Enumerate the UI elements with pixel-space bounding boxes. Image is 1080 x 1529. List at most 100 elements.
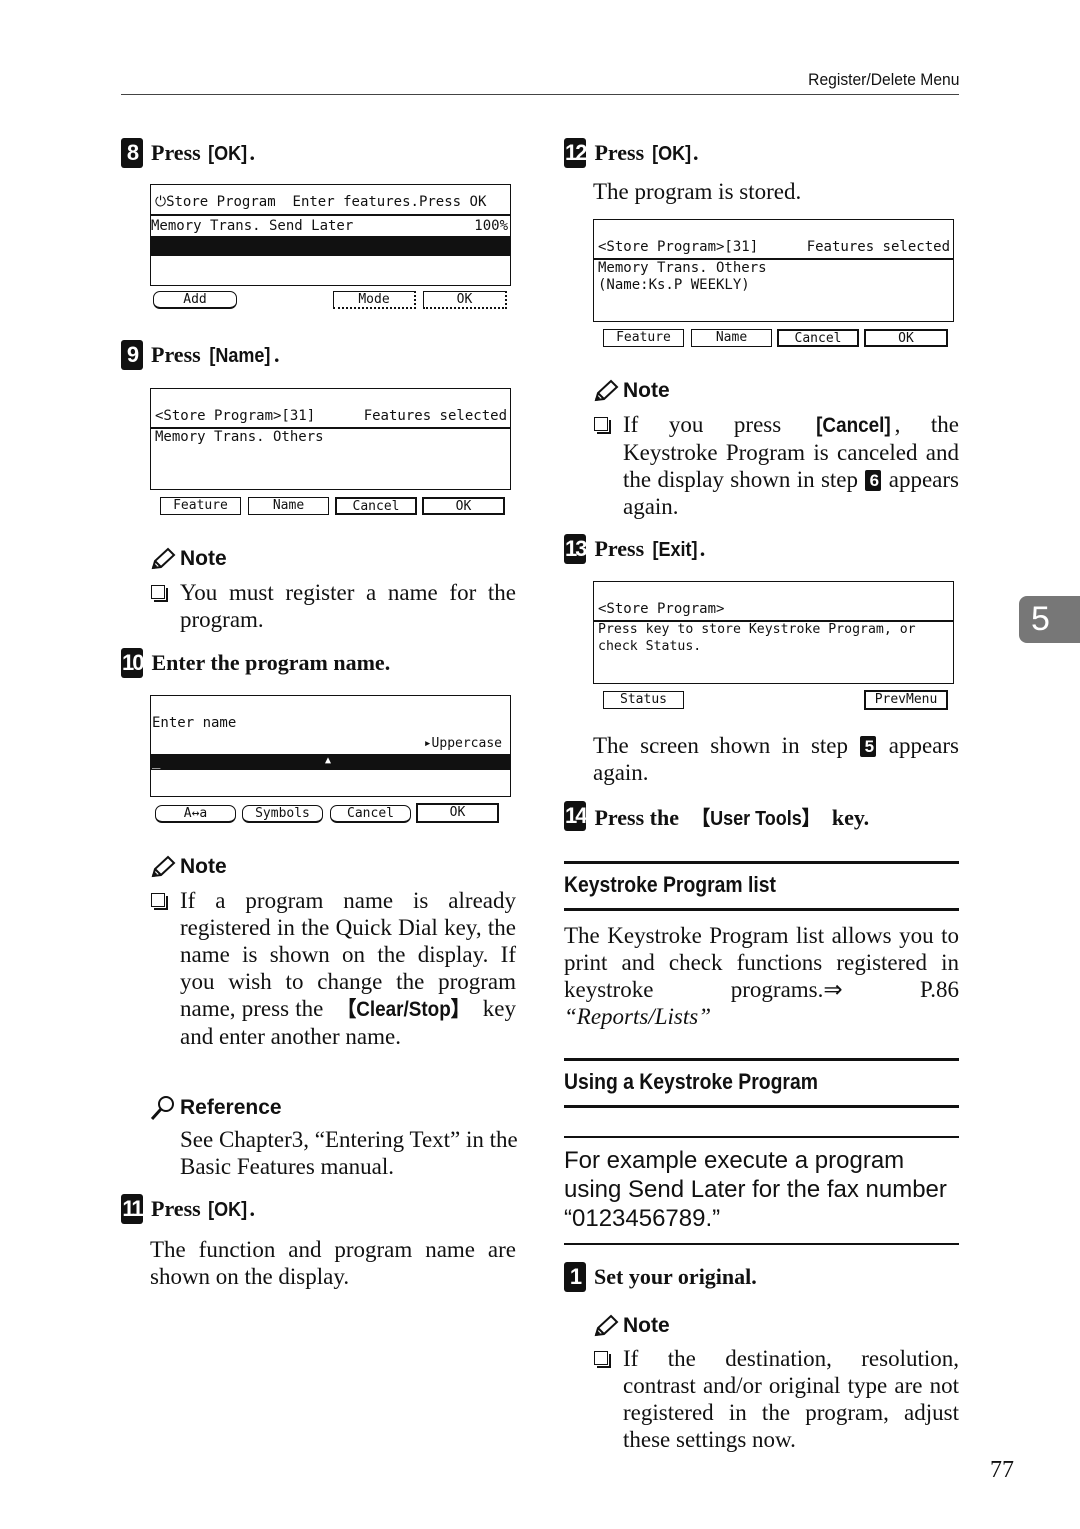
step-1-heading: 1 Set your original. (564, 1262, 757, 1292)
step-number-badge: 11 (121, 1194, 144, 1224)
lcd-row-message-cont: check Status. (598, 639, 702, 654)
softkey-ok[interactable]: OK (864, 329, 948, 347)
step-8-heading: 8 Press [OK]. (121, 138, 255, 168)
reference-heading: Reference (150, 1095, 282, 1121)
lcd-screen-step10: Enter name ▸Uppercase _ ▲ (150, 695, 511, 797)
key-label: 【Clear/Stop】 (336, 998, 470, 1021)
lcd-input-mode: ▸Uppercase (423, 736, 502, 751)
reference-text: See Chapter3, “Entering Text” in the Bas… (180, 1127, 518, 1179)
step-number-badge: 12 (564, 138, 588, 168)
lcd-screen-step13: <Store Program> Press key to store Keyst… (593, 581, 954, 684)
step-13-text: The screen shown in step 5 appears again… (593, 733, 959, 785)
key-label: [OK] (651, 143, 691, 165)
cross-reference-link[interactable]: “Reports/Lists” (564, 1004, 711, 1029)
softkey-ok[interactable]: OK (422, 497, 505, 515)
step-reference-badge: 5 (860, 736, 877, 757)
softkey-case-toggle[interactable]: A↔a (155, 805, 236, 823)
key-label: [Exit] (652, 539, 698, 561)
step-9-heading: 9 Press [Name]. (121, 340, 280, 370)
g3-line-icon: G3 (194, 262, 210, 274)
example-text: For example execute a program using Send… (564, 1147, 947, 1232)
softkey-ok[interactable]: OK (416, 803, 499, 823)
step-number-badge: 1 (564, 1262, 586, 1292)
checkbox-bullet-icon (151, 893, 168, 910)
page-number: 77 (990, 1457, 1014, 1483)
lcd-row-title: ⏻Store Program Enter features.Press OK (155, 194, 487, 210)
example-rule (564, 1136, 959, 1138)
chapter-tab: 5 (1019, 596, 1080, 643)
softkey-prevmenu[interactable]: PrevMenu (864, 690, 948, 710)
pencil-icon (151, 855, 176, 878)
key-label: [Cancel] (815, 414, 891, 437)
softkey-name[interactable]: Name (691, 329, 772, 347)
example-rule (564, 1243, 959, 1245)
name-input-field[interactable]: _ ▲ (151, 754, 510, 770)
section-rule (564, 1058, 959, 1061)
section-rule (564, 861, 959, 864)
softkey-cancel[interactable]: Cancel (777, 329, 859, 347)
clock-icon: ⏻ (155, 194, 167, 210)
step-number-badge: 8 (121, 138, 143, 168)
lcd-row-features: Memory Trans. Others (155, 429, 324, 445)
key-label: [OK] (208, 143, 248, 165)
step-11-text: The function and program name are shown … (150, 1237, 516, 1289)
note-heading: Note (150, 855, 227, 879)
softkey-cancel[interactable]: Cancel (330, 805, 411, 823)
note-item: If you press [Cancel], the Keystroke Pro… (594, 411, 959, 520)
step-number-badge: 14 (564, 801, 588, 831)
note-item: You must register a name for the program… (151, 579, 516, 633)
running-head: Register/Delete Menu (807, 70, 959, 89)
pencil-icon (151, 547, 176, 570)
lcd-row-title: <Store Program>[31] Features selected (598, 239, 950, 255)
step-14-heading: 14 Press the 【User Tools】 key. (564, 801, 870, 831)
key-label: 【User Tools】 (691, 807, 820, 830)
caret-marker-icon: ▲ (325, 755, 332, 766)
pencil-icon (594, 1314, 619, 1337)
section-title-program-list: Keystroke Program list (564, 872, 776, 897)
step-12-text: The program is stored. (593, 179, 802, 204)
note-item: If a program name is already registered … (151, 887, 516, 1050)
note-heading: Note (150, 547, 227, 571)
section-list-text: The Keystroke Program list allows you to… (564, 923, 959, 1029)
key-label: [Name] (209, 345, 271, 367)
pencil-icon (594, 379, 619, 402)
softkey-mode[interactable]: Mode (333, 291, 416, 309)
checkbox-bullet-icon (594, 1351, 611, 1368)
note-item: If the destination, resolution, contrast… (594, 1345, 959, 1453)
lcd-row-destination: G3 _ DI:0123456789_ Dest: 1 (151, 236, 510, 274)
magnifier-icon (150, 1096, 174, 1121)
note-heading: Note (593, 1314, 670, 1338)
key-label: [OK] (208, 1199, 248, 1221)
lcd-row-name: (Name:Ks.P WEEKLY) (598, 277, 750, 293)
step-13-heading: 13 Press [Exit]. (564, 534, 705, 564)
checkbox-bullet-icon (151, 585, 168, 602)
step-10-heading: 10 Enter the program name. (121, 648, 390, 678)
step-11-heading: 11 Press [OK]. (121, 1194, 255, 1224)
softkey-status[interactable]: Status (603, 691, 684, 709)
step-reference-badge: 6 (865, 470, 882, 491)
lcd-row-features: Memory Trans. Send Later 100% (151, 218, 508, 234)
step-number-badge: 13 (564, 534, 588, 564)
lcd-screen-step9: <Store Program>[31] Features selected Mem… (150, 388, 511, 490)
softkey-symbols[interactable]: Symbols (242, 805, 323, 823)
softkey-feature[interactable]: Feature (603, 329, 684, 347)
softkey-ok[interactable]: OK (423, 291, 507, 309)
softkey-cancel[interactable]: Cancel (335, 497, 417, 515)
lcd-screen-step8: ⏻Store Program Enter features.Press OK M… (150, 184, 511, 286)
section-title-using-program: Using a Keystroke Program (564, 1069, 818, 1094)
lcd-row-title: <Store Program>[31] Features selected (155, 408, 507, 424)
softkey-add[interactable]: Add (153, 291, 237, 309)
note-heading: Note (593, 379, 670, 403)
step-12-heading: 12 Press [OK]. (564, 138, 699, 168)
step-number-badge: 10 (121, 648, 145, 678)
softkey-name[interactable]: Name (248, 497, 329, 515)
step-number-badge: 9 (121, 340, 143, 370)
section-rule (564, 908, 959, 911)
softkey-feature[interactable]: Feature (160, 497, 241, 515)
lcd-screen-step12: <Store Program>[31] Features selected Mem… (593, 219, 954, 322)
lcd-prompt: Enter name (152, 715, 237, 731)
lcd-row-title: <Store Program> (598, 601, 725, 617)
checkbox-bullet-icon (594, 417, 611, 434)
section-rule (564, 1105, 959, 1108)
header-rule (121, 94, 959, 95)
